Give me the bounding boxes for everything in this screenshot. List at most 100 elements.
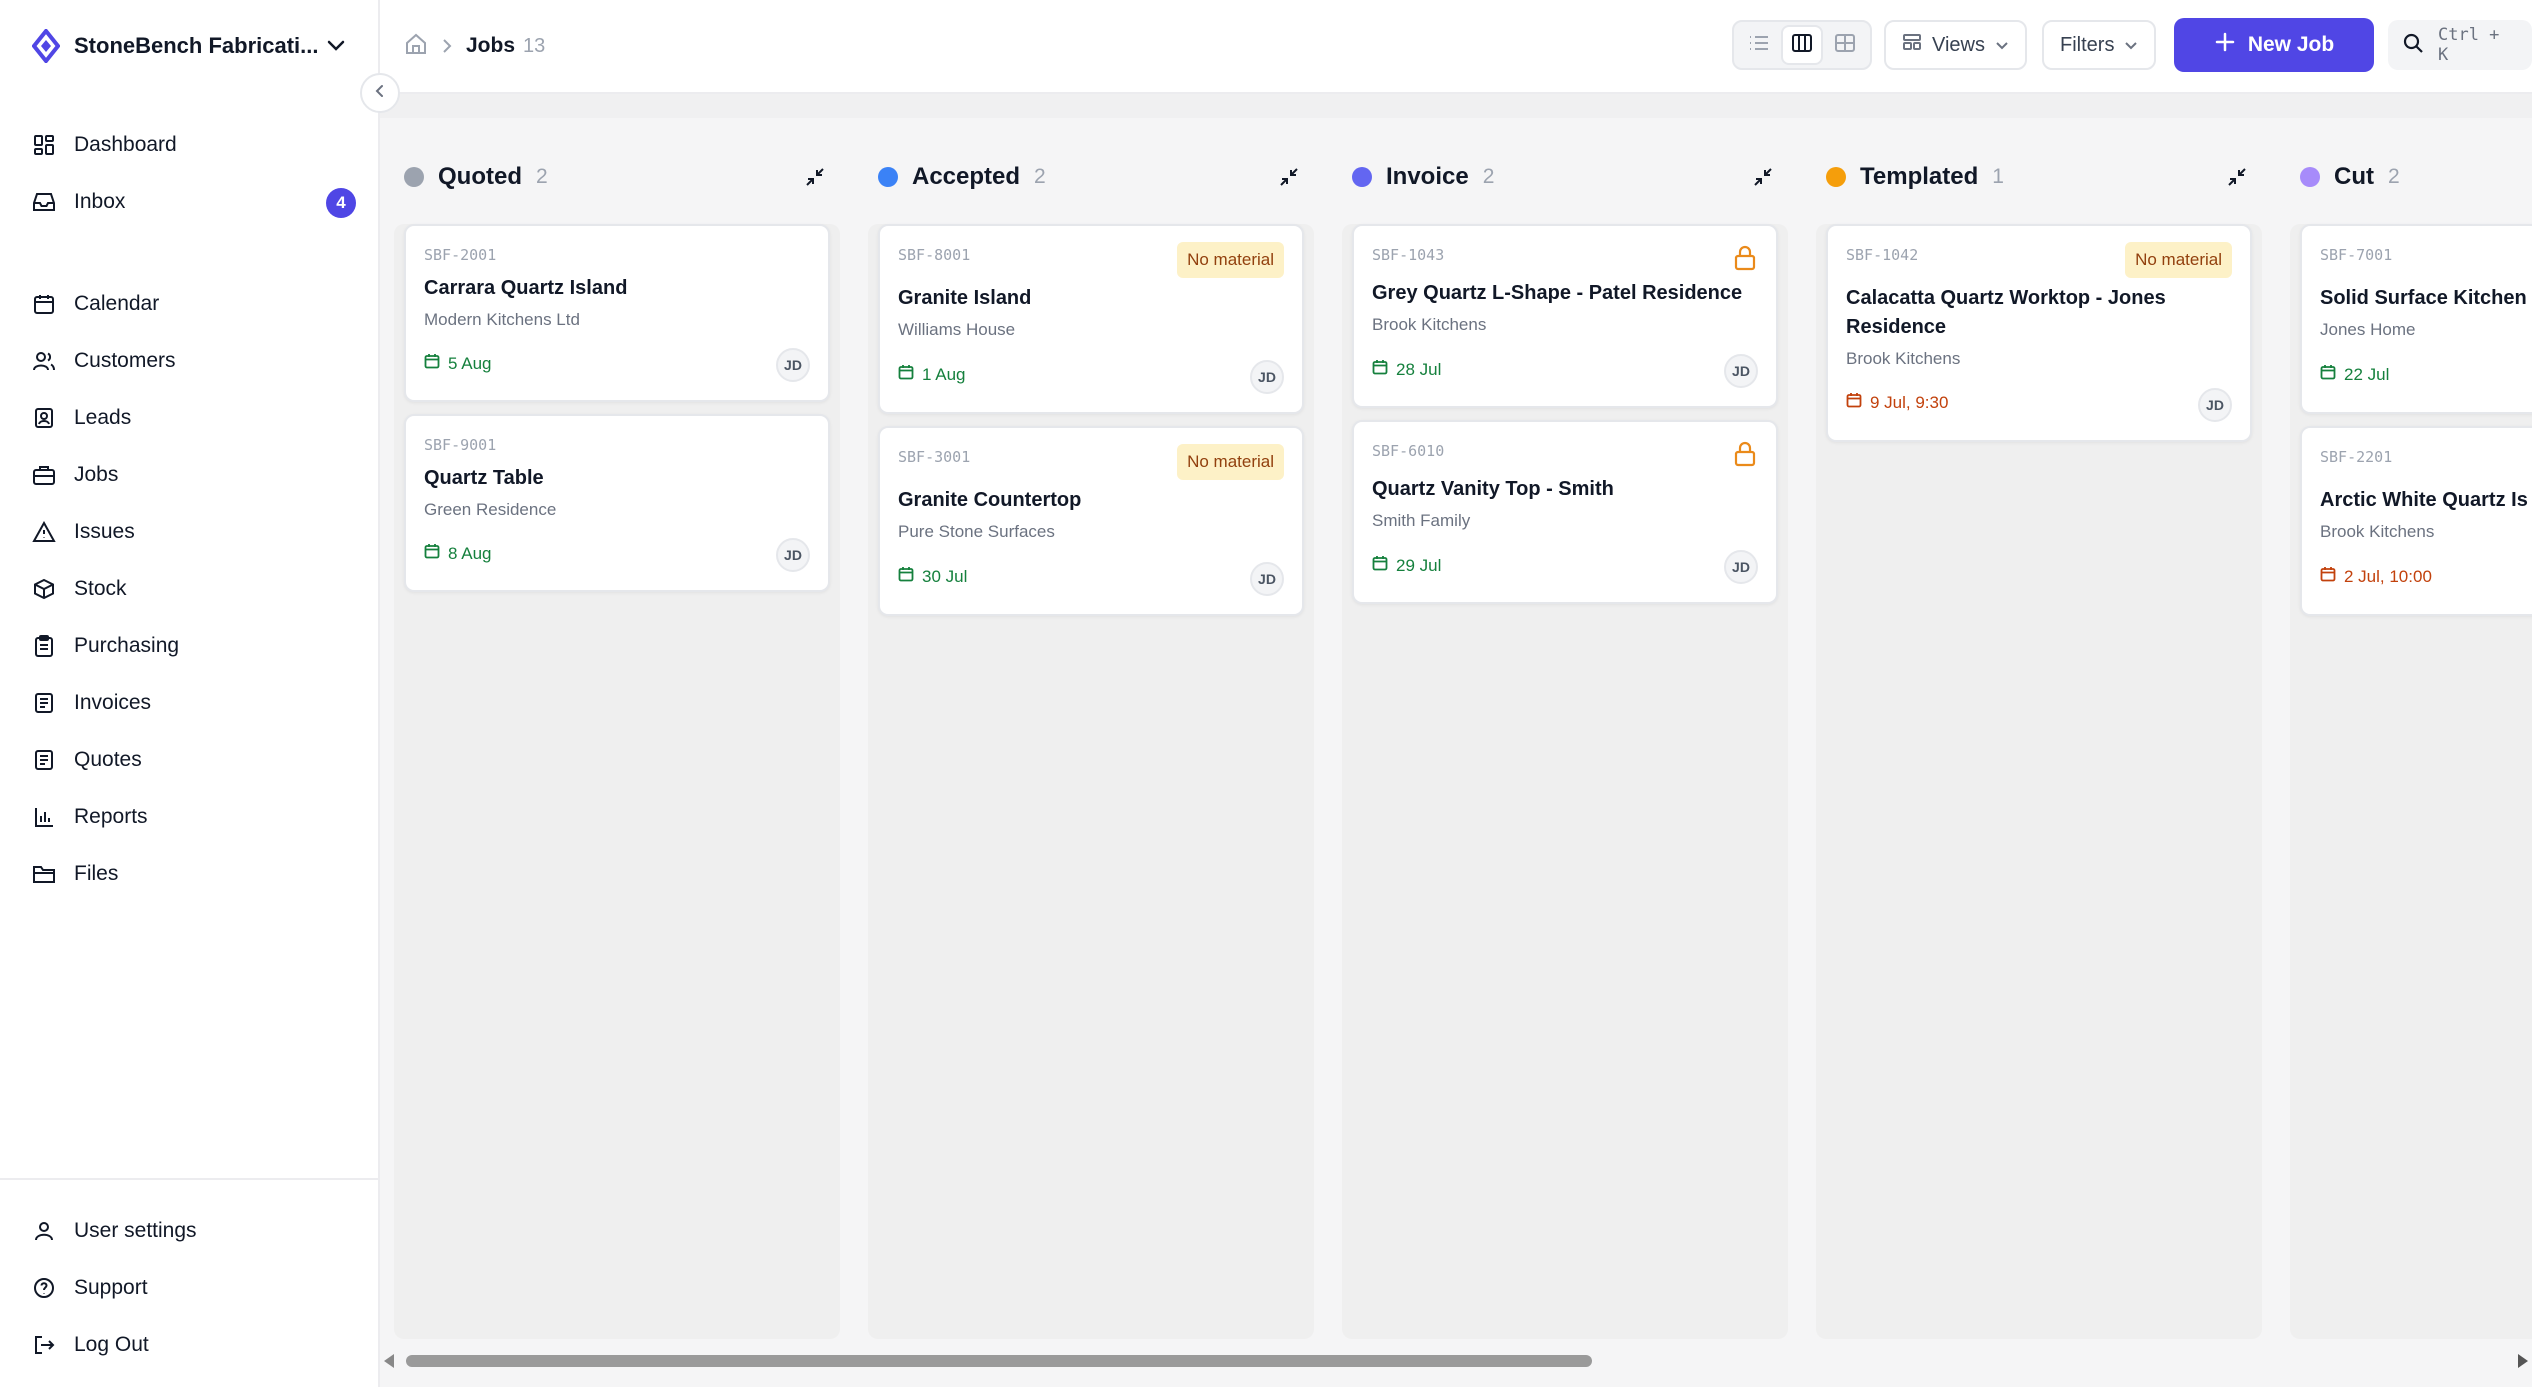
- sidebar-item-label: Leads: [74, 405, 132, 429]
- status-badge: No material: [1177, 444, 1284, 480]
- column-title: Accepted: [912, 163, 1021, 190]
- job-card[interactable]: SBF-2201 Arctic White Quartz Is Brook Ki…: [2300, 426, 2532, 616]
- home-icon[interactable]: [404, 33, 428, 60]
- filters-label: Filters: [2060, 33, 2115, 56]
- sidebar-item-label: Inbox: [74, 189, 126, 213]
- sidebar-item-support[interactable]: Support: [30, 1259, 360, 1316]
- grid-view-button[interactable]: [1825, 25, 1866, 65]
- sidebar-item-label: Invoices: [74, 690, 152, 714]
- job-card[interactable]: SBF-2001 Carrara Quartz Island Modern Ki…: [404, 224, 830, 402]
- sidebar-item-quotes[interactable]: Quotes: [30, 731, 360, 788]
- sidebar-item-issues[interactable]: Issues: [30, 503, 360, 560]
- due-date-text: 29 Jul: [1396, 555, 1442, 575]
- job-card[interactable]: SBF-6010 Quartz Vanity Top - Smith Smith…: [1352, 420, 1778, 604]
- sidebar-item-label: Reports: [74, 804, 148, 828]
- status-dot: [2300, 167, 2320, 187]
- sidebar-item-customers[interactable]: Customers: [30, 332, 360, 389]
- sidebar-item-files[interactable]: Files: [30, 845, 360, 902]
- job-card[interactable]: SBF-9001 Quartz Table Green Residence 8 …: [404, 414, 830, 592]
- collapse-sidebar-button[interactable]: [360, 73, 400, 113]
- job-card[interactable]: SBF-3001 No material Granite Countertop …: [878, 426, 1304, 616]
- column-body: SBF-1042 No material Calacatta Quartz Wo…: [1816, 224, 2262, 1339]
- sidebar-item-leads[interactable]: Leads: [30, 389, 360, 446]
- job-id: SBF-1042: [1846, 246, 1919, 264]
- lock-icon: [1732, 440, 1758, 468]
- sidebar-item-user-settings[interactable]: User settings: [30, 1202, 360, 1259]
- horizontal-scrollbar[interactable]: [380, 1350, 2532, 1372]
- sidebar-item-reports[interactable]: Reports: [30, 788, 360, 845]
- list-view-button[interactable]: [1738, 25, 1779, 65]
- new-job-button[interactable]: New Job: [2174, 18, 2374, 72]
- sidebar-item-calendar[interactable]: Calendar: [30, 275, 360, 332]
- sidebar-item-label: Jobs: [74, 462, 119, 486]
- scroll-left-arrow[interactable]: [384, 1354, 394, 1368]
- collapse-column-icon[interactable]: [2222, 162, 2252, 192]
- scrollbar-thumb[interactable]: [406, 1355, 1592, 1367]
- sidebar-item-label: Quotes: [74, 747, 142, 771]
- kanban-board: Quoted 2 SBF-2001 Carrara Quartz Island …: [380, 92, 2532, 1387]
- search-button[interactable]: Ctrl + K: [2388, 20, 2532, 70]
- calendar-icon: [30, 290, 58, 318]
- job-title: Quartz Table: [424, 467, 544, 489]
- calendar-icon: [2320, 566, 2336, 587]
- column-templated: Templated 1 SBF-1042 No material Calacat…: [1802, 142, 2262, 1339]
- customer-name: Brook Kitchens: [2320, 522, 2435, 541]
- status-badge: No material: [1177, 242, 1284, 278]
- due-date-text: 30 Jul: [922, 566, 968, 586]
- customer-name: Pure Stone Surfaces: [898, 522, 1055, 541]
- lock-icon: [1732, 244, 1758, 272]
- warning-icon: [30, 518, 58, 546]
- column-header: Cut 2: [2276, 142, 2532, 212]
- plus-icon: [2214, 31, 2236, 59]
- sidebar-item-inbox[interactable]: Inbox 4: [30, 173, 360, 230]
- sidebar-item-purchasing[interactable]: Purchasing: [30, 617, 360, 674]
- sidebar-item-dashboard[interactable]: Dashboard: [30, 116, 360, 173]
- board-view-button[interactable]: [1781, 25, 1823, 65]
- sidebar-item-jobs[interactable]: Jobs: [30, 446, 360, 503]
- users-icon: [30, 347, 58, 375]
- org-switcher[interactable]: StoneBench Fabricati...: [30, 22, 350, 70]
- job-card[interactable]: SBF-1043 Grey Quartz L-Shape - Patel Res…: [1352, 224, 1778, 408]
- sidebar-item-invoices[interactable]: Invoices: [30, 674, 360, 731]
- job-card[interactable]: SBF-1042 No material Calacatta Quartz Wo…: [1826, 224, 2252, 442]
- column-quoted: Quoted 2 SBF-2001 Carrara Quartz Island …: [380, 142, 840, 1339]
- collapse-column-icon[interactable]: [1748, 162, 1778, 192]
- sidebar-item-stock[interactable]: Stock: [30, 560, 360, 617]
- due-date: 29 Jul: [1372, 555, 1441, 576]
- due-date-text: 22 Jul: [2344, 364, 2390, 384]
- chevron-down-icon: [1995, 34, 2009, 57]
- job-card[interactable]: SBF-7001 Solid Surface Kitchen Jones Hom…: [2300, 224, 2532, 414]
- job-card[interactable]: SBF-8001 No material Granite Island Will…: [878, 224, 1304, 414]
- customer-name: Green Residence: [424, 500, 557, 519]
- customer-name: Smith Family: [1372, 511, 1471, 530]
- column-header: Templated 1: [1802, 142, 2262, 212]
- avatar: JD: [1724, 550, 1758, 584]
- help-icon: [30, 1274, 58, 1302]
- sidebar-item-label: Calendar: [74, 291, 160, 315]
- chevron-down-icon: [322, 32, 350, 60]
- avatar: JD: [1250, 360, 1284, 394]
- due-date-text: 8 Aug: [448, 543, 492, 563]
- column-count: 1: [1992, 165, 2004, 188]
- column-body: SBF-8001 No material Granite Island Will…: [868, 224, 1314, 1339]
- sidebar-item-log-out[interactable]: Log Out: [30, 1316, 360, 1373]
- status-dot: [878, 167, 898, 187]
- collapse-column-icon[interactable]: [800, 162, 830, 192]
- layout-icon: [1902, 33, 1922, 57]
- filters-dropdown[interactable]: Filters: [2042, 20, 2157, 70]
- scroll-right-arrow[interactable]: [2518, 1354, 2528, 1368]
- job-id: SBF-2001: [424, 246, 497, 264]
- inbox-icon: [30, 188, 58, 216]
- chevron-right-icon: [442, 38, 452, 54]
- collapse-column-icon[interactable]: [1274, 162, 1304, 192]
- org-name: StoneBench Fabricati...: [74, 33, 319, 58]
- calendar-icon: [1372, 359, 1388, 380]
- column-header: Invoice 2: [1328, 142, 1788, 212]
- sidebar-item-label: Issues: [74, 519, 135, 543]
- briefcase-icon: [30, 461, 58, 489]
- column-cut: Cut 2 SBF-7001 Solid Surface Kitchen Jon…: [2276, 142, 2532, 1339]
- columns-icon: [1791, 33, 1813, 58]
- views-dropdown[interactable]: Views: [1884, 20, 2027, 70]
- job-count: 13: [523, 34, 546, 57]
- column-count: 2: [2387, 165, 2400, 188]
